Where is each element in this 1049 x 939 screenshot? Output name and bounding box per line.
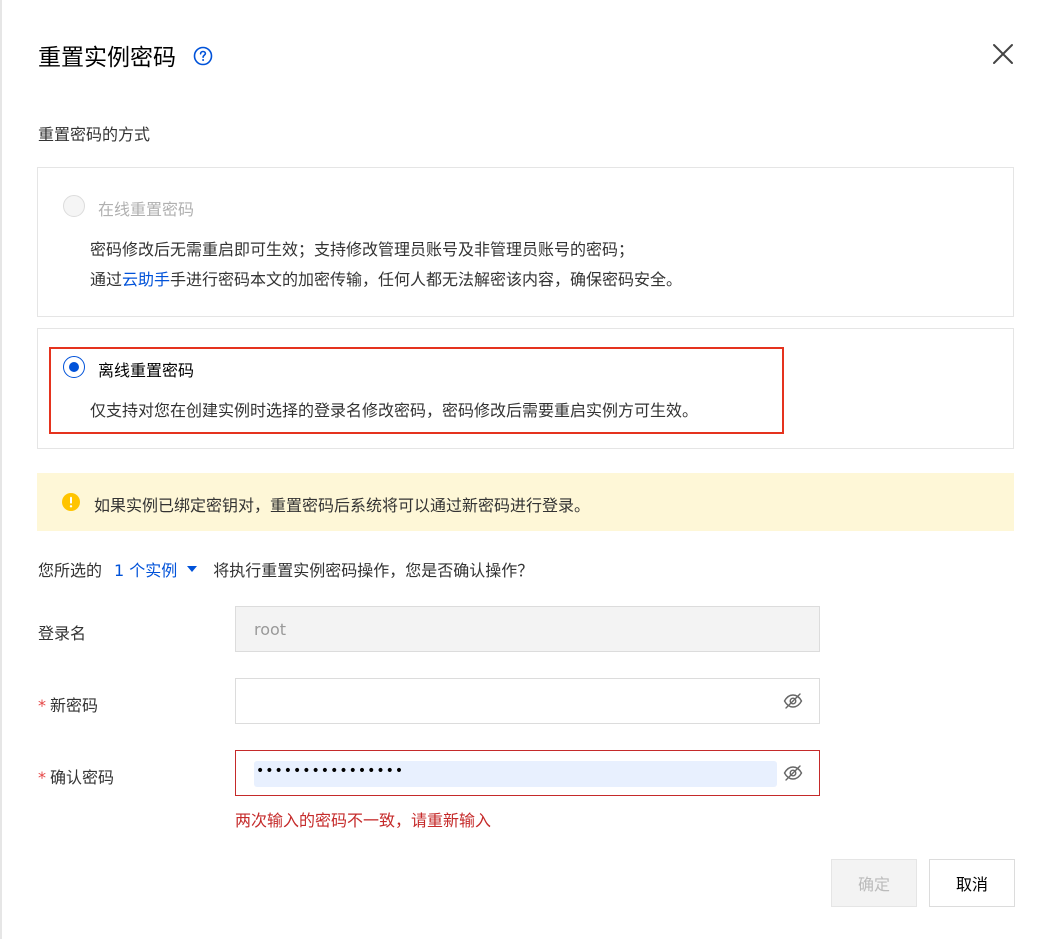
caret-down-icon	[187, 566, 198, 572]
question-circle-icon[interactable]	[193, 46, 213, 66]
warning-circle-icon	[62, 493, 80, 511]
radio-online-reset	[63, 195, 85, 217]
required-mark: *	[38, 768, 46, 787]
instance-count-link: 1 个实例	[114, 561, 178, 580]
confirm-password-input[interactable]: ••••••••••••••••	[235, 750, 820, 796]
new-password-input[interactable]	[235, 678, 820, 724]
cloud-assistant-link[interactable]: 云助手	[122, 270, 170, 289]
desc-prefix: 通过	[90, 270, 123, 289]
reset-password-dialog: 重置实例密码 重置密码的方式 在线重置密码 密码修改后无需重启即可生效；支持修改…	[2, 0, 1049, 939]
option-online-reset: 在线重置密码 密码修改后无需重启即可生效；支持修改管理员账号及非管理员账号的密码…	[37, 167, 1014, 317]
new-password-label: * 新密码	[38, 692, 98, 716]
new-password-label-text: 新密码	[50, 696, 99, 715]
selection-prefix: 您所选的	[38, 561, 103, 580]
selection-summary: 您所选的 1 个实例 将执行重置实例密码操作，您是否确认操作？	[38, 557, 533, 581]
confirm-password-value: ••••••••••••••••	[256, 763, 405, 779]
reset-method-label: 重置密码的方式	[38, 125, 151, 144]
option-online-desc: 密码修改后无需重启即可生效；支持修改管理员账号及非管理员账号的密码； 通过云助手…	[90, 235, 682, 295]
required-mark: *	[38, 696, 46, 715]
confirm-button[interactable]: 确定	[831, 859, 917, 907]
alert-banner: 如果实例已绑定密钥对，重置密码后系统将可以通过新密码进行登录。	[37, 473, 1014, 531]
close-icon[interactable]	[991, 42, 1015, 66]
option-online-title: 在线重置密码	[98, 200, 195, 219]
instance-dropdown[interactable]: 1 个实例	[114, 557, 198, 581]
confirm-password-label: * 确认密码	[38, 764, 114, 788]
option-online-desc-line1: 密码修改后无需重启即可生效；支持修改管理员账号及非管理员账号的密码；	[90, 240, 635, 259]
eye-hidden-icon[interactable]	[783, 691, 803, 711]
login-name-label: 登录名	[38, 624, 87, 643]
login-name-input: root	[235, 606, 820, 652]
cancel-button[interactable]: 取消	[929, 859, 1015, 907]
alert-text: 如果实例已绑定密钥对，重置密码后系统将可以通过新密码进行登录。	[94, 496, 591, 515]
selection-suffix: 将执行重置实例密码操作，您是否确认操作？	[213, 561, 534, 580]
dialog-title: 重置实例密码	[38, 45, 176, 71]
desc-suffix: 手进行密码本文的加密传输，任何人都无法解密该内容，确保密码安全。	[170, 270, 683, 289]
password-mismatch-error: 两次输入的密码不一致，请重新输入	[235, 811, 492, 830]
option-online-desc-line2: 通过云助手手进行密码本文的加密传输，任何人都无法解密该内容，确保密码安全。	[90, 265, 682, 295]
login-name-value: root	[254, 620, 287, 639]
eye-hidden-icon[interactable]	[783, 763, 803, 783]
confirm-password-label-text: 确认密码	[50, 768, 115, 787]
highlight-box	[49, 347, 784, 434]
